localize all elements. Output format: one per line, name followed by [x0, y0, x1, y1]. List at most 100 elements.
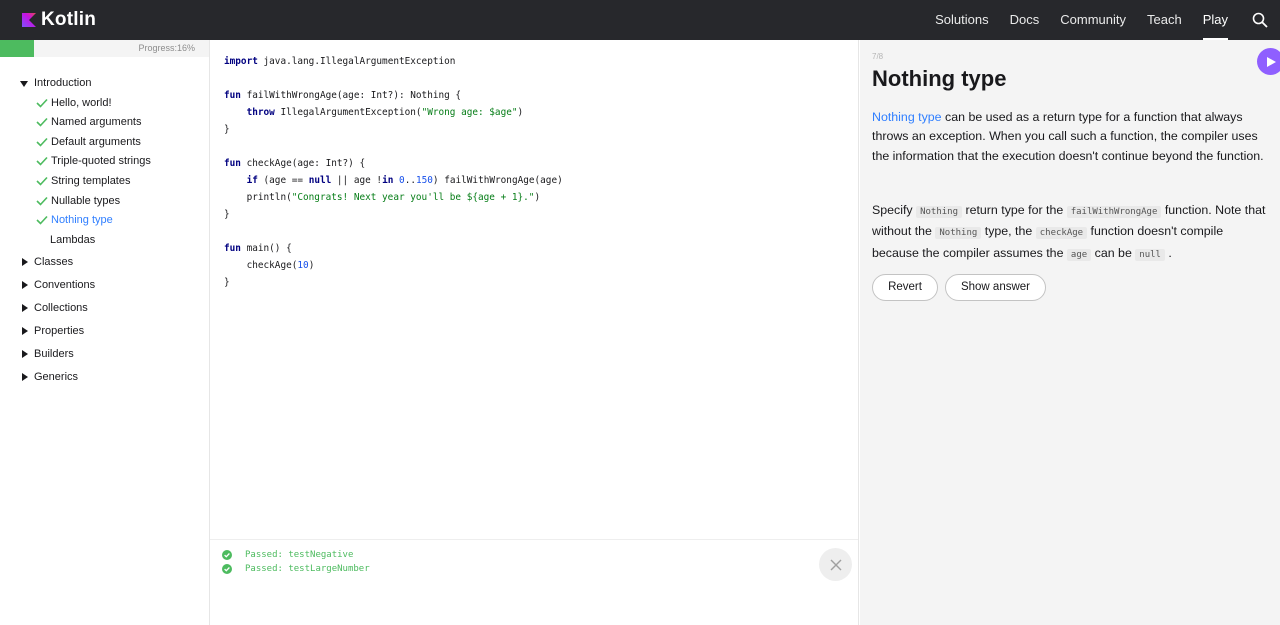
- code-string: "Wrong age: $age": [421, 107, 518, 118]
- lesson-item[interactable]: Hello, world!: [0, 95, 209, 115]
- task-description: Nothing type can be used as a return typ…: [872, 108, 1270, 166]
- lesson-sidebar: Progress:16% Introduction Hello, world! N…: [0, 40, 210, 625]
- inline-code: checkAge: [1035, 227, 1088, 240]
- code-string: "Congrats! Next year you'll be ${age + 1…: [291, 192, 535, 203]
- code-text: }: [224, 124, 230, 135]
- code-text: (age ==: [257, 175, 309, 186]
- task-panel: 7/8 Nothing type Nothing type can be use…: [860, 40, 1280, 625]
- caret-right-icon: [22, 350, 28, 359]
- lesson-label: Named arguments: [51, 116, 142, 129]
- caret-right-icon: [22, 327, 28, 336]
- caret-right-icon: [22, 304, 28, 313]
- lesson-item[interactable]: String templates: [0, 173, 209, 193]
- inline-code: failWithWrongAge: [1066, 206, 1162, 218]
- nav-community[interactable]: Community: [1060, 0, 1126, 40]
- lesson-item[interactable]: Named arguments: [0, 114, 209, 134]
- code-text: main() {: [240, 243, 292, 254]
- code-number: 150: [415, 175, 433, 186]
- lesson-label: Lambdas: [50, 233, 96, 246]
- checkmark-icon: [36, 216, 48, 225]
- code-keyword: fun: [224, 243, 241, 254]
- checkmark-icon: [36, 176, 48, 186]
- instruction-text: return type for the: [962, 203, 1067, 217]
- inline-code: Nothing: [935, 227, 982, 240]
- code-content[interactable]: import java.lang.IllegalArgumentExceptio…: [224, 53, 563, 291]
- nav-teach[interactable]: Teach: [1147, 0, 1182, 40]
- top-navbar: Kotlin Solutions Docs Community Teach Pl…: [0, 0, 1280, 40]
- code-text: || age !: [331, 175, 383, 186]
- checkmark-icon: [36, 118, 48, 127]
- check-circle-icon: [222, 550, 232, 560]
- section-item[interactable]: Collections: [0, 297, 209, 320]
- lesson-item[interactable]: Triple-quoted strings: [0, 153, 209, 173]
- code-keyword: null: [308, 175, 332, 186]
- section-label: Collections: [34, 302, 88, 315]
- inline-code: null: [1135, 248, 1165, 261]
- lesson-label: Hello, world!: [51, 96, 112, 109]
- check-circle-icon: [222, 564, 232, 574]
- close-icon: [830, 559, 841, 570]
- kotlin-logo[interactable]: Kotlin: [22, 9, 96, 31]
- checkmark-icon: [36, 196, 48, 206]
- console-line: Passed: testLargeNumber: [222, 564, 370, 574]
- code-text: failWithWrongAge(age: Int?): Nothing {: [240, 90, 462, 101]
- task-title: Nothing type: [872, 66, 1007, 91]
- code-keyword: if: [246, 175, 258, 186]
- code-text: println(: [246, 192, 292, 203]
- code-keyword: in: [382, 175, 394, 186]
- nav-docs[interactable]: Docs: [1010, 0, 1040, 40]
- test-console: Passed: testNegative Passed: testLargeNu…: [210, 539, 858, 622]
- lesson-tree: Introduction Hello, world! Named argument…: [0, 75, 209, 389]
- code-text: java.lang.IllegalArgumentException: [257, 56, 456, 67]
- code-keyword: throw: [246, 107, 275, 118]
- section-introduction[interactable]: Introduction: [0, 75, 209, 95]
- caret-right-icon: [22, 373, 28, 382]
- revert-button[interactable]: Revert: [872, 274, 938, 301]
- section-item[interactable]: Generics: [0, 366, 209, 389]
- section-item[interactable]: Conventions: [0, 274, 209, 297]
- lesson-item[interactable]: Lambdas: [0, 232, 209, 252]
- nav-solutions[interactable]: Solutions: [935, 0, 988, 40]
- progress-label: Progress:16%: [138, 43, 195, 53]
- code-text: ): [517, 107, 524, 118]
- code-editor[interactable]: import java.lang.IllegalArgumentExceptio…: [210, 40, 859, 625]
- console-text: Passed: testNegative: [245, 550, 354, 560]
- nothing-type-link[interactable]: Nothing type: [872, 110, 942, 124]
- show-answer-button[interactable]: Show answer: [945, 274, 1046, 301]
- instruction-text: can be: [1091, 245, 1136, 260]
- section-label: Properties: [34, 325, 85, 338]
- code-keyword: fun: [224, 90, 241, 101]
- search-icon[interactable]: [1252, 12, 1268, 28]
- code-text: ..: [404, 175, 416, 186]
- lesson-item[interactable]: Nothing type: [0, 212, 209, 232]
- section-item[interactable]: Classes: [0, 251, 209, 274]
- checkmark-icon: [36, 98, 48, 108]
- play-icon: [1266, 56, 1276, 67]
- section-label: Builders: [34, 348, 74, 361]
- section-item[interactable]: Properties: [0, 320, 209, 343]
- instruction-text: type, the: [981, 224, 1036, 239]
- lesson-label: Nullable types: [51, 194, 121, 207]
- checkmark-icon: [36, 137, 48, 147]
- lesson-label: String templates: [51, 174, 131, 187]
- code-text: }: [224, 277, 230, 288]
- code-text: }: [224, 209, 230, 220]
- lesson-label: Triple-quoted strings: [51, 155, 151, 168]
- lesson-item[interactable]: Default arguments: [0, 134, 209, 154]
- section-item[interactable]: Builders: [0, 343, 209, 366]
- caret-right-icon: [22, 281, 28, 290]
- code-keyword: fun: [224, 158, 241, 169]
- instruction-text: Specify: [872, 203, 917, 217]
- code-keyword: import: [224, 56, 258, 67]
- lesson-item[interactable]: Nullable types: [0, 193, 209, 213]
- code-text: ): [534, 192, 541, 203]
- progress-fill: [0, 40, 34, 57]
- run-button[interactable]: [1257, 48, 1280, 75]
- logo-text: Kotlin: [41, 9, 97, 30]
- checkmark-icon: [36, 157, 48, 167]
- section-label: Generics: [34, 371, 79, 384]
- code-text: IllegalArgumentException(: [274, 107, 422, 118]
- nav-play[interactable]: Play: [1202, 0, 1229, 40]
- caret-right-icon: [22, 258, 28, 267]
- close-console-button[interactable]: [819, 548, 852, 581]
